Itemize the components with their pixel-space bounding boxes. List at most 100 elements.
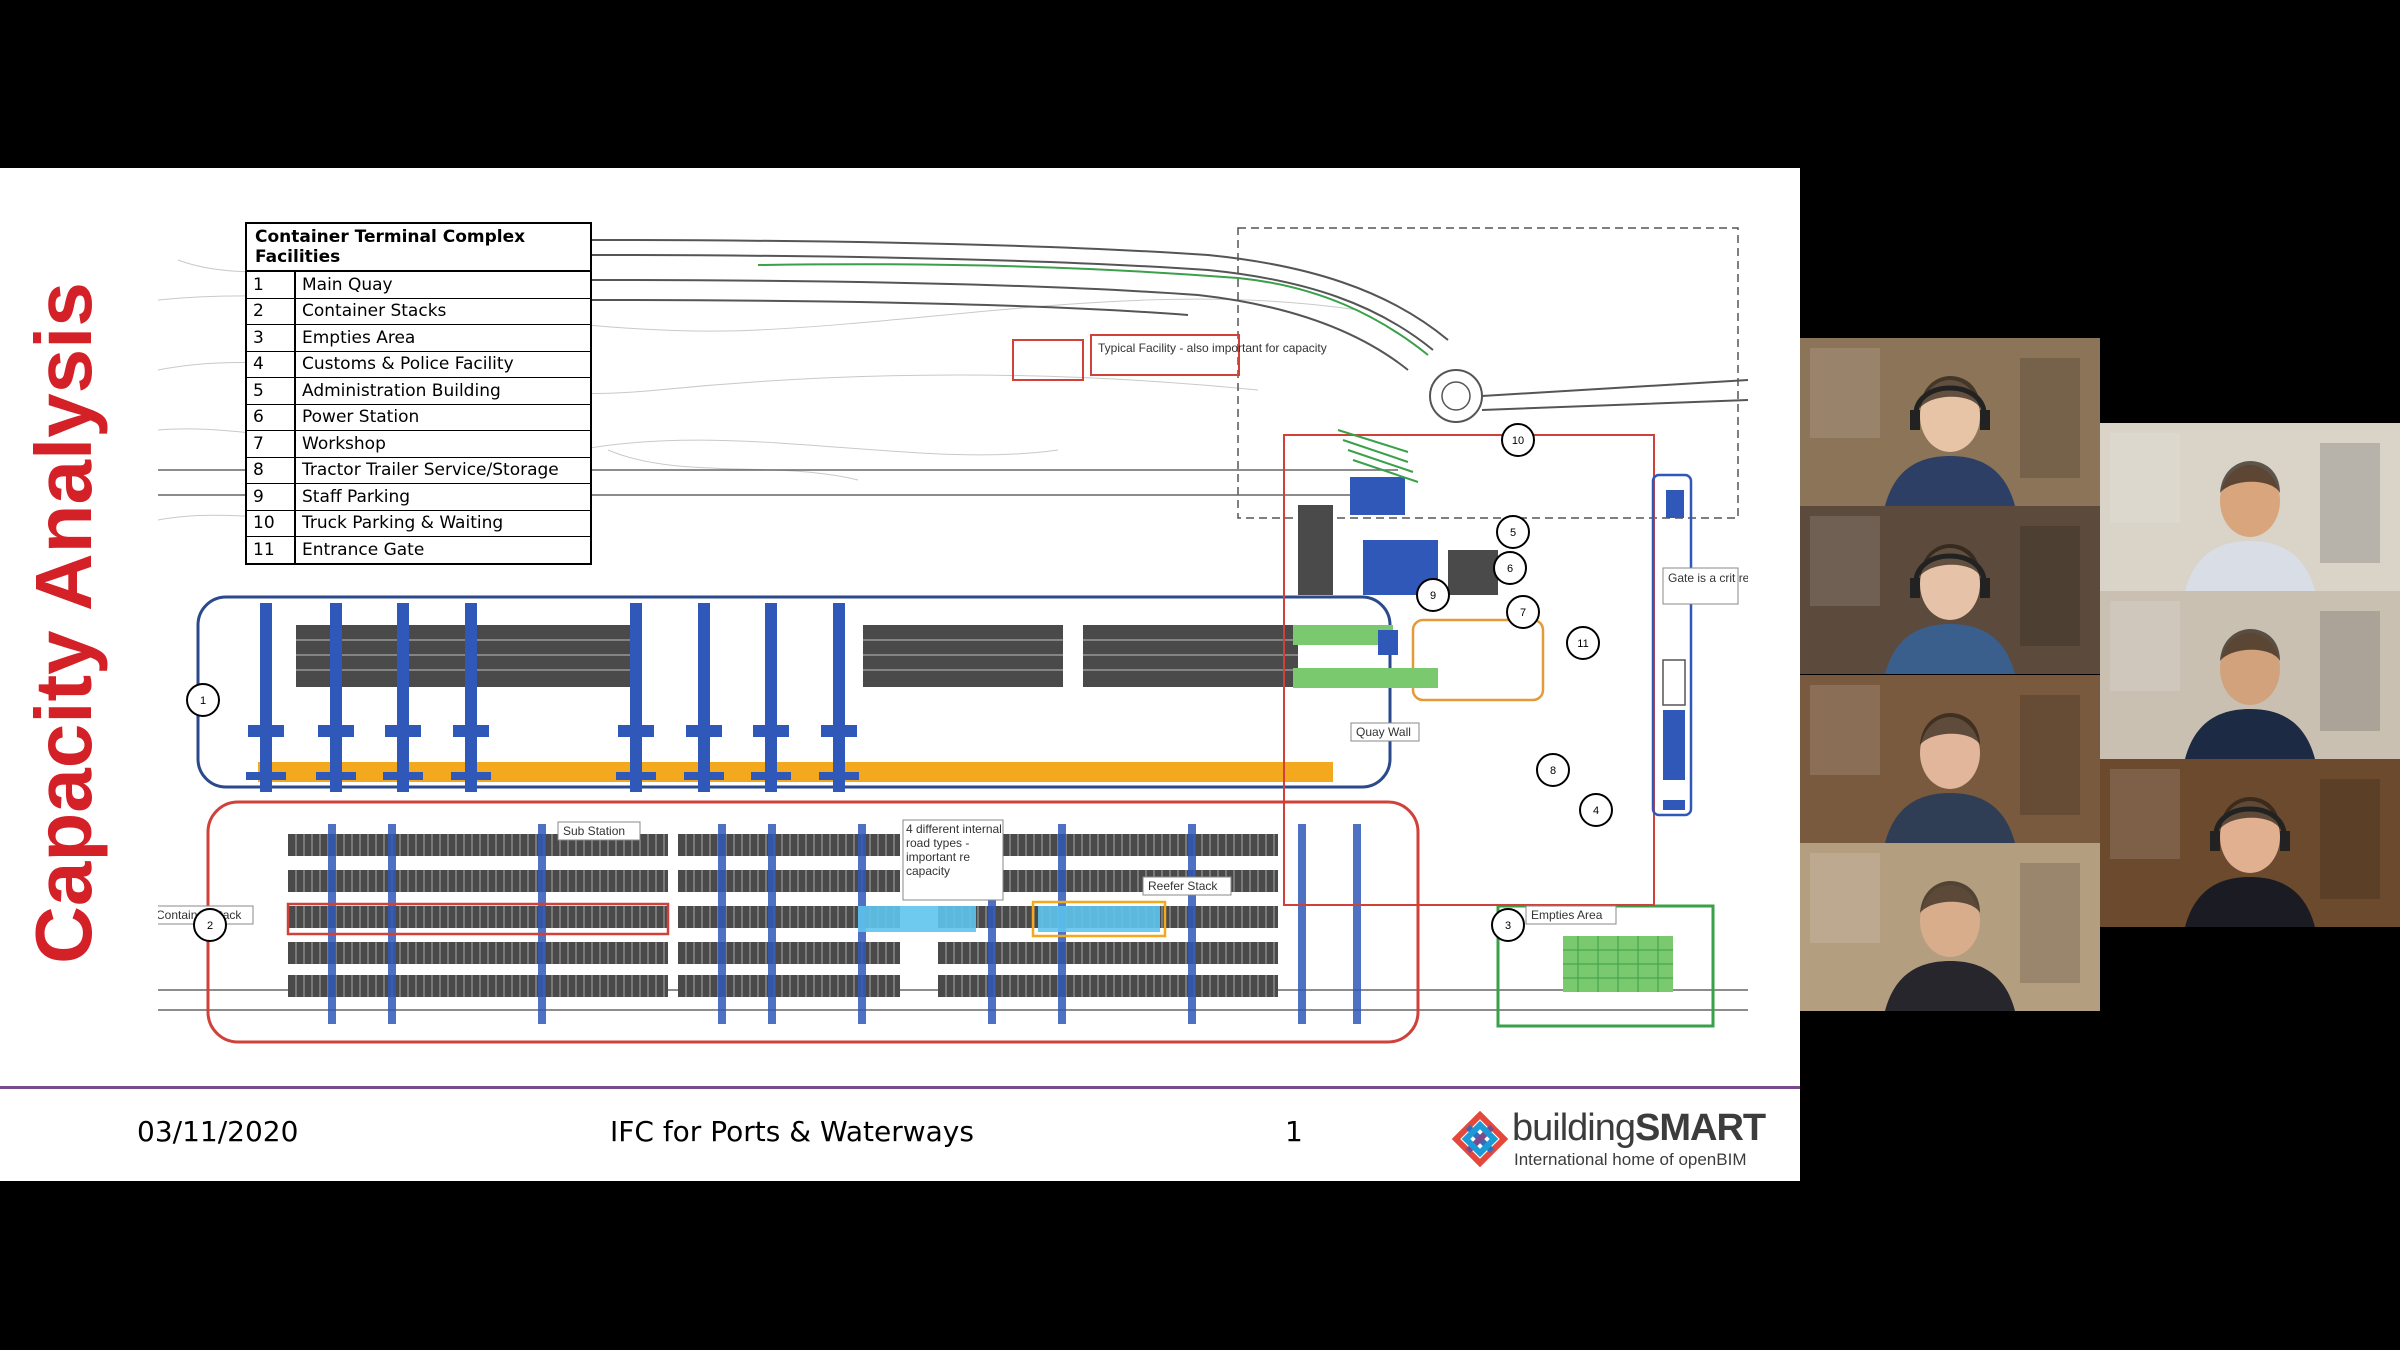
legend-row-number: 3 <box>246 324 296 352</box>
facility-marker: 5 <box>1496 515 1530 549</box>
rtg-crane <box>328 824 336 1024</box>
rtg-crane <box>388 824 396 1024</box>
svg-text:Quay Wall: Quay Wall <box>1356 725 1411 739</box>
person-icon <box>1800 843 2100 1011</box>
legend-row: 3 Empties Area <box>246 324 591 352</box>
slide-footer-title: IFC for Ports & Waterways <box>610 1115 974 1148</box>
container-stack-row <box>678 834 900 856</box>
person-headset-icon <box>2100 759 2400 927</box>
slide-date: 03/11/2020 <box>137 1115 299 1148</box>
legend-row-number: 2 <box>246 298 296 325</box>
legend-row: 2 Container Stacks <box>246 298 591 325</box>
buildingsmart-mark-icon <box>1451 1111 1509 1168</box>
legend-row-number: 11 <box>246 536 296 564</box>
logo-wordmark: buildingSMART <box>1512 1107 1766 1149</box>
facility-marker: 2 <box>193 908 227 942</box>
buildingsmart-logo: buildingSMART International home of open… <box>1450 1103 1790 1173</box>
legend-row-label: Tractor Trailer Service/Storage <box>295 457 591 484</box>
slide-title: Capacity Analysis <box>18 282 108 964</box>
rtg-crane <box>538 824 546 1024</box>
legend-row: 10 Truck Parking & Waiting <box>246 510 591 537</box>
legend-row-number: 9 <box>246 483 296 511</box>
container-stack-row <box>678 870 900 892</box>
slide-page-number: 1 <box>1285 1115 1303 1148</box>
container-stack-row <box>678 975 900 997</box>
svg-text:6: 6 <box>1507 563 1513 575</box>
svg-text:Reefer Stack: Reefer Stack <box>1148 879 1218 893</box>
legend-row-label: Customs & Police Facility <box>295 351 591 378</box>
facility-marker: 10 <box>1501 423 1535 457</box>
legend-row-label: Administration Building <box>295 377 591 405</box>
legend-row: 8 Tractor Trailer Service/Storage <box>246 457 591 484</box>
rtg-crane <box>718 824 726 1024</box>
legend-row: 5 Administration Building <box>246 377 591 405</box>
container-stack-row <box>288 870 668 892</box>
facility-marker: 8 <box>1536 753 1570 787</box>
legend-row: 9 Staff Parking <box>246 483 591 511</box>
participant-video-tile[interactable] <box>1800 338 2100 506</box>
logo-tagline: International home of openBIM <box>1514 1150 1747 1169</box>
legend-row-number: 1 <box>246 271 296 299</box>
legend-row-label: Truck Parking & Waiting <box>295 510 591 537</box>
facility-marker: 4 <box>1579 793 1613 827</box>
facility-marker: 11 <box>1566 626 1600 660</box>
legend-row-number: 10 <box>246 510 296 537</box>
svg-text:2: 2 <box>207 920 213 932</box>
svg-text:Sub Station: Sub Station <box>563 824 625 838</box>
container-stack-row <box>678 942 900 964</box>
svg-text:5: 5 <box>1510 527 1516 539</box>
legend-row-label: Empties Area <box>295 324 591 352</box>
legend-row-label: Power Station <box>295 404 591 431</box>
participant-video-tile[interactable] <box>2100 759 2400 927</box>
person-icon <box>1800 675 2100 843</box>
legend-row-label: Container Stacks <box>295 298 591 325</box>
participant-video-tile[interactable] <box>2100 423 2400 591</box>
svg-text:4: 4 <box>1593 805 1599 817</box>
legend-row-label: Workshop <box>295 430 591 458</box>
legend-row-number: 7 <box>246 430 296 458</box>
rtg-crane <box>768 824 776 1024</box>
footer-divider <box>0 1086 1800 1089</box>
legend-row: 11 Entrance Gate <box>246 536 591 564</box>
container-stack-row <box>288 906 668 928</box>
svg-text:10: 10 <box>1512 435 1524 447</box>
legend-row-number: 6 <box>246 404 296 431</box>
participant-video-tile[interactable] <box>2100 591 2400 759</box>
legend-row: 7 Workshop <box>246 430 591 458</box>
svg-text:Empties Area: Empties Area <box>1531 908 1603 922</box>
legend-row-number: 4 <box>246 351 296 378</box>
rtg-crane <box>1298 824 1306 1024</box>
facility-marker: 3 <box>1491 908 1525 942</box>
svg-text:1: 1 <box>200 695 206 707</box>
person-icon <box>2100 423 2400 591</box>
svg-text:3: 3 <box>1505 920 1511 932</box>
facility-marker: 7 <box>1506 595 1540 629</box>
participant-video-tile[interactable] <box>1800 506 2100 674</box>
svg-text:11: 11 <box>1577 638 1588 650</box>
svg-text:Gate is a crit re capacity: Gate is a crit re capacity <box>1668 571 1748 585</box>
legend-row-number: 5 <box>246 377 296 405</box>
container-stack-row <box>288 975 668 997</box>
legend-header: Container Terminal Complex Facilities <box>246 223 591 272</box>
svg-text:8: 8 <box>1550 765 1556 777</box>
facilities-legend-table: Container Terminal Complex Facilities 1M… <box>245 222 592 565</box>
legend-row-label: Staff Parking <box>295 483 591 511</box>
participant-video-tile[interactable] <box>1800 843 2100 1011</box>
rtg-crane <box>1353 824 1361 1024</box>
person-headset-icon <box>1800 506 2100 674</box>
legend-row-number: 8 <box>246 457 296 484</box>
facility-marker: 9 <box>1416 578 1450 612</box>
container-stack-row <box>288 942 668 964</box>
presentation-slide: Capacity Analysis Typical Facility - als… <box>0 168 1800 1181</box>
legend-row: 6 Power Station <box>246 404 591 431</box>
legend-row: 1 Main Quay <box>246 271 591 299</box>
rtg-crane <box>1188 824 1196 1024</box>
svg-text:Typical Facility - also import: Typical Facility - also important for ca… <box>1098 341 1327 355</box>
facility-marker: 1 <box>186 683 220 717</box>
person-icon <box>2100 591 2400 759</box>
legend-row: 4 Customs & Police Facility <box>246 351 591 378</box>
legend-row-label: Entrance Gate <box>295 536 591 564</box>
road-types-note: 4 different internal road types - import… <box>906 822 1002 878</box>
participant-video-tile[interactable] <box>1800 675 2100 843</box>
svg-text:7: 7 <box>1520 607 1526 619</box>
